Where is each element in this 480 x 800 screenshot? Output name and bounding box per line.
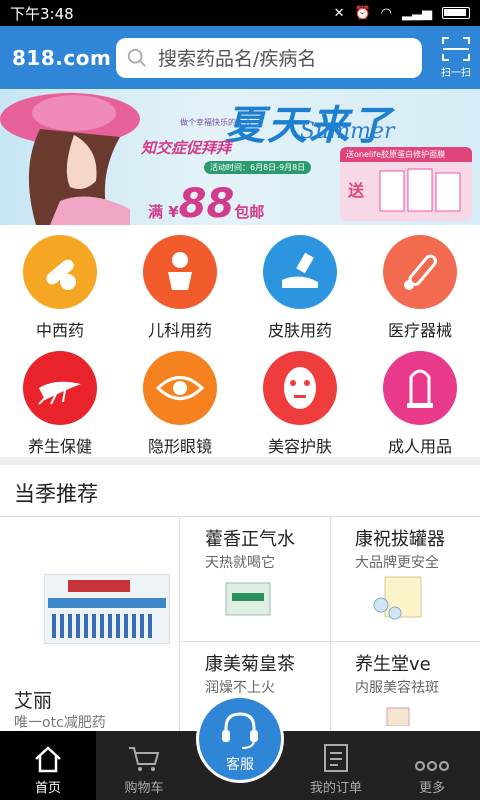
- product-desc: 内服美容祛斑: [355, 680, 439, 696]
- product-card[interactable]: 藿香正气水 天热就喝它: [180, 517, 330, 641]
- price-suffix: 包邮: [234, 203, 265, 221]
- product-card[interactable]: 养生堂ve 内服美容祛斑: [331, 642, 480, 731]
- scan-icon: [442, 37, 470, 61]
- search-input[interactable]: 搜索药品名/疾病名: [116, 37, 422, 78]
- category-yangsheng[interactable]: 养生保健: [0, 341, 120, 457]
- category-yinxing[interactable]: 隐形眼镜: [120, 341, 240, 457]
- category-pifu[interactable]: 皮肤用药: [240, 225, 360, 341]
- pill-icon: [23, 235, 97, 309]
- price-prefix: 满 ¥: [148, 203, 179, 221]
- face-mask-icon: [263, 351, 337, 425]
- diet-pill-box-image: [44, 574, 170, 644]
- category-label: 成人用品: [387, 437, 452, 456]
- section-title: 当季推荐: [14, 482, 98, 506]
- thermometer-icon: [383, 235, 457, 309]
- signal-icon: ▂▃▅: [402, 5, 432, 21]
- product-image: [373, 576, 422, 620]
- product-card[interactable]: 康祝拔罐器 大品牌更安全: [331, 517, 480, 641]
- category-label: 中西药: [35, 321, 84, 340]
- product-desc: 润燥不上火: [205, 680, 275, 696]
- alarm-icon: ⏰: [354, 5, 371, 21]
- woman-with-hat-illustration: [0, 93, 140, 225]
- promo-banner[interactable]: 做个幸福快乐的女人 夏天来了 Summer 知交症促拜拜 活动时间：6月8日-9…: [0, 89, 480, 225]
- category-label: 医疗器械: [387, 321, 452, 340]
- baby-icon: [143, 235, 217, 309]
- category-label: 美容护肤: [267, 437, 332, 456]
- category-label: 儿科用药: [147, 321, 212, 340]
- tab-label: 购物车: [124, 781, 164, 796]
- tab-label: 客服: [226, 757, 254, 773]
- product-name: 藿香正气水: [205, 529, 295, 550]
- eye-icon: [143, 351, 217, 425]
- scan-button[interactable]: 扫一扫: [438, 36, 474, 79]
- condom-icon: [383, 351, 457, 425]
- category-label: 皮肤用药: [267, 321, 332, 340]
- category-zhongxiyao[interactable]: 中西药: [0, 225, 120, 341]
- price-value: 88: [178, 181, 235, 225]
- tab-home[interactable]: 首页: [0, 731, 96, 800]
- search-icon: [127, 48, 146, 67]
- top-header: 818.com 搜索药品名/疾病名 扫一扫: [0, 26, 480, 89]
- battery-icon: [442, 7, 470, 19]
- product-name: 康祝拔罐器: [355, 529, 445, 550]
- customer-service-button[interactable]: 客服: [196, 695, 284, 783]
- search-placeholder: 搜索药品名/疾病名: [158, 48, 317, 70]
- product-image: [225, 582, 271, 616]
- product-desc: 大品牌更安全: [355, 555, 439, 571]
- headset-icon: [222, 712, 258, 749]
- status-bar: 下午3:48 ✕ ⏰ ◠ ▂▃▅: [0, 0, 480, 26]
- tab-cart[interactable]: 购物车: [96, 731, 192, 800]
- banner-gift-label: 送: [348, 181, 365, 200]
- tab-label: 我的订单: [309, 781, 362, 796]
- banner-period: 活动时间：6月8日-9月8日: [204, 161, 312, 174]
- product-desc: 天热就喝它: [205, 555, 275, 571]
- category-erke[interactable]: 儿科用药: [120, 225, 240, 341]
- home-icon: [35, 746, 61, 773]
- tab-orders[interactable]: 我的订单: [288, 731, 384, 800]
- logo[interactable]: 818.com: [12, 46, 111, 70]
- product-name: 康美菊皇茶: [205, 654, 295, 675]
- category-label: 隐形眼镜: [147, 437, 212, 456]
- more-icon: [415, 761, 449, 771]
- cart-icon: [129, 747, 160, 771]
- category-grid: 中西药 儿科用药 皮肤用药 医疗器械 养生保健 隐形眼镜 美容护肤 成人用品: [0, 225, 480, 457]
- status-icons: ✕ ⏰ ◠ ▂▃▅: [334, 6, 470, 21]
- banner-gift-box: 送onelife胶原蛋白修护面膜 送: [340, 147, 472, 221]
- product-image: [386, 707, 410, 726]
- category-label: 养生保健: [27, 437, 92, 456]
- category-chengren[interactable]: 成人用品: [360, 341, 480, 457]
- section-divider: [0, 457, 480, 465]
- featured-name: 艾丽: [14, 690, 53, 712]
- mute-icon: ✕: [333, 5, 345, 21]
- category-meirong[interactable]: 美容护肤: [240, 341, 360, 457]
- tab-label: 更多: [418, 781, 445, 796]
- product-name: 养生堂ve: [355, 654, 431, 675]
- banner-slogan: 知交症促拜拜: [141, 139, 232, 157]
- skin-cream-icon: [263, 235, 337, 309]
- order-icon: [324, 744, 348, 772]
- banner-promo-text: 送onelife胶原蛋白修护面膜: [340, 147, 472, 162]
- featured-desc: 唯一otc减肥药: [14, 715, 106, 731]
- category-yiliao[interactable]: 医疗器械: [360, 225, 480, 341]
- banner-price: 满 ¥88包邮: [148, 181, 264, 225]
- tab-more[interactable]: 更多: [384, 731, 480, 800]
- banner-subtitle: Summer: [300, 119, 395, 144]
- tab-label: 首页: [34, 781, 61, 796]
- ginseng-icon: [23, 351, 97, 425]
- scan-label: 扫一扫: [441, 68, 471, 79]
- wifi-icon: ◠: [380, 5, 392, 21]
- mask-product-icon: [379, 168, 461, 212]
- status-time: 下午3:48: [10, 4, 74, 23]
